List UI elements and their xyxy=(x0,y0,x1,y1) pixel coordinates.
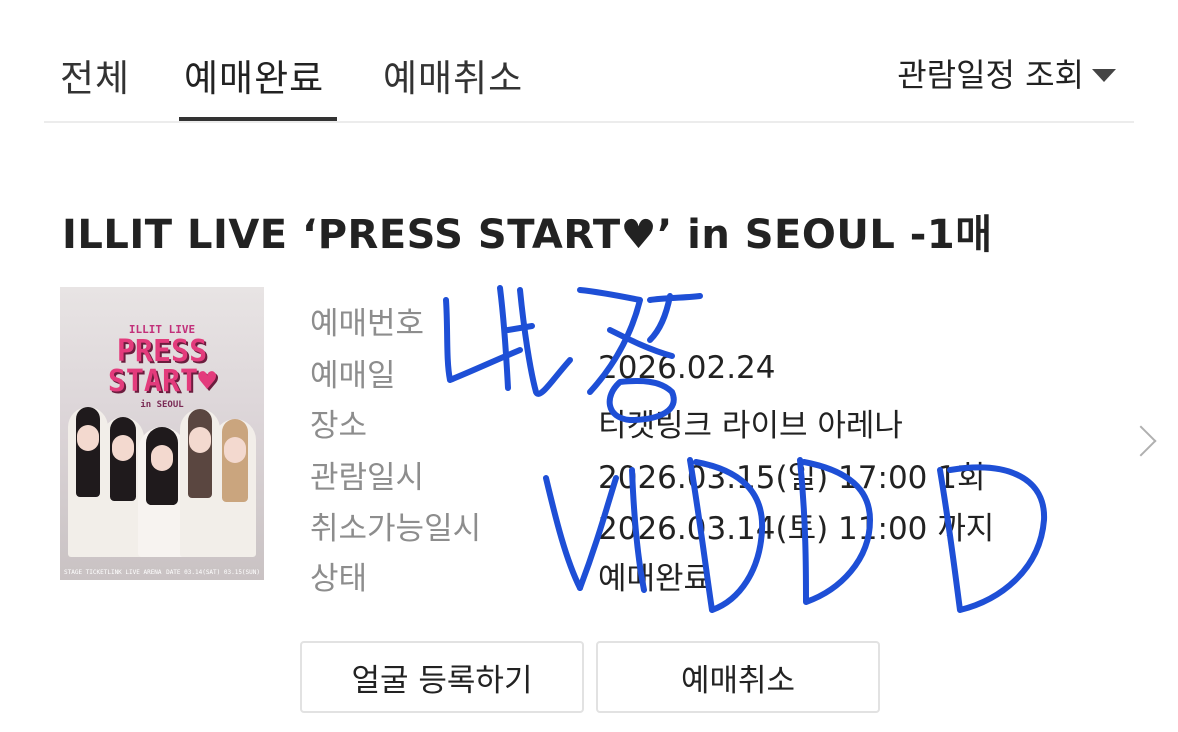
booking-date-label: 예매일 xyxy=(310,358,396,394)
booking-title[interactable]: ILLIT LIVE ‘PRESS START♥’ in SEOUL -1매 xyxy=(62,202,993,260)
member-figure xyxy=(138,427,186,557)
booking-number-label: 예매번호 xyxy=(310,306,425,342)
face-register-button[interactable]: 얼굴 등록하기 xyxy=(300,641,584,713)
tab-all[interactable]: 전체 xyxy=(60,48,130,102)
poster-line2a: PRESS xyxy=(116,334,208,369)
show-datetime-label: 관람일시 xyxy=(310,460,425,496)
status-label: 상태 xyxy=(310,561,368,597)
schedule-filter-dropdown[interactable]: 관람일정 조회 xyxy=(897,50,1116,96)
tab-booked[interactable]: 예매완료 xyxy=(184,48,324,102)
show-datetime-value: 2026.03.15(일) 17:00 1회 xyxy=(598,460,986,496)
caret-down-icon xyxy=(1092,68,1116,82)
poster-members xyxy=(68,397,256,557)
tab-cancelled[interactable]: 예매취소 xyxy=(383,48,523,102)
divider xyxy=(44,121,1134,123)
event-poster[interactable]: ILLIT LIVE PRESS START♥ in SEOUL STAGE T… xyxy=(60,287,264,580)
tab-bar: 전체 예매완료 예매취소 관람일정 조회 xyxy=(0,0,1178,122)
cancel-deadline-label: 취소가능일시 xyxy=(310,511,482,547)
venue-label: 장소 xyxy=(310,408,368,444)
poster-footer-venue: STAGE TICKETLINK LIVE ARENA xyxy=(64,569,162,576)
booking-date-value: 2026.02.24 xyxy=(598,350,776,386)
poster-footer: STAGE TICKETLINK LIVE ARENA DATE 03.14(S… xyxy=(64,569,260,576)
cancel-deadline-value: 2026.03.14(토) 11:00 까지 xyxy=(598,511,995,547)
poster-footer-date: DATE 03.14(SAT) 03.15(SUN) xyxy=(166,569,260,576)
chevron-right-icon[interactable] xyxy=(1125,425,1157,457)
member-figure xyxy=(214,419,256,557)
cancel-booking-button[interactable]: 예매취소 xyxy=(596,641,880,713)
schedule-filter-label: 관람일정 조회 xyxy=(897,56,1084,94)
status-value: 예매완료 xyxy=(598,561,713,597)
venue-value: 티켓링크 라이브 아레나 xyxy=(598,408,903,444)
poster-line2b: START♥ xyxy=(107,364,217,399)
